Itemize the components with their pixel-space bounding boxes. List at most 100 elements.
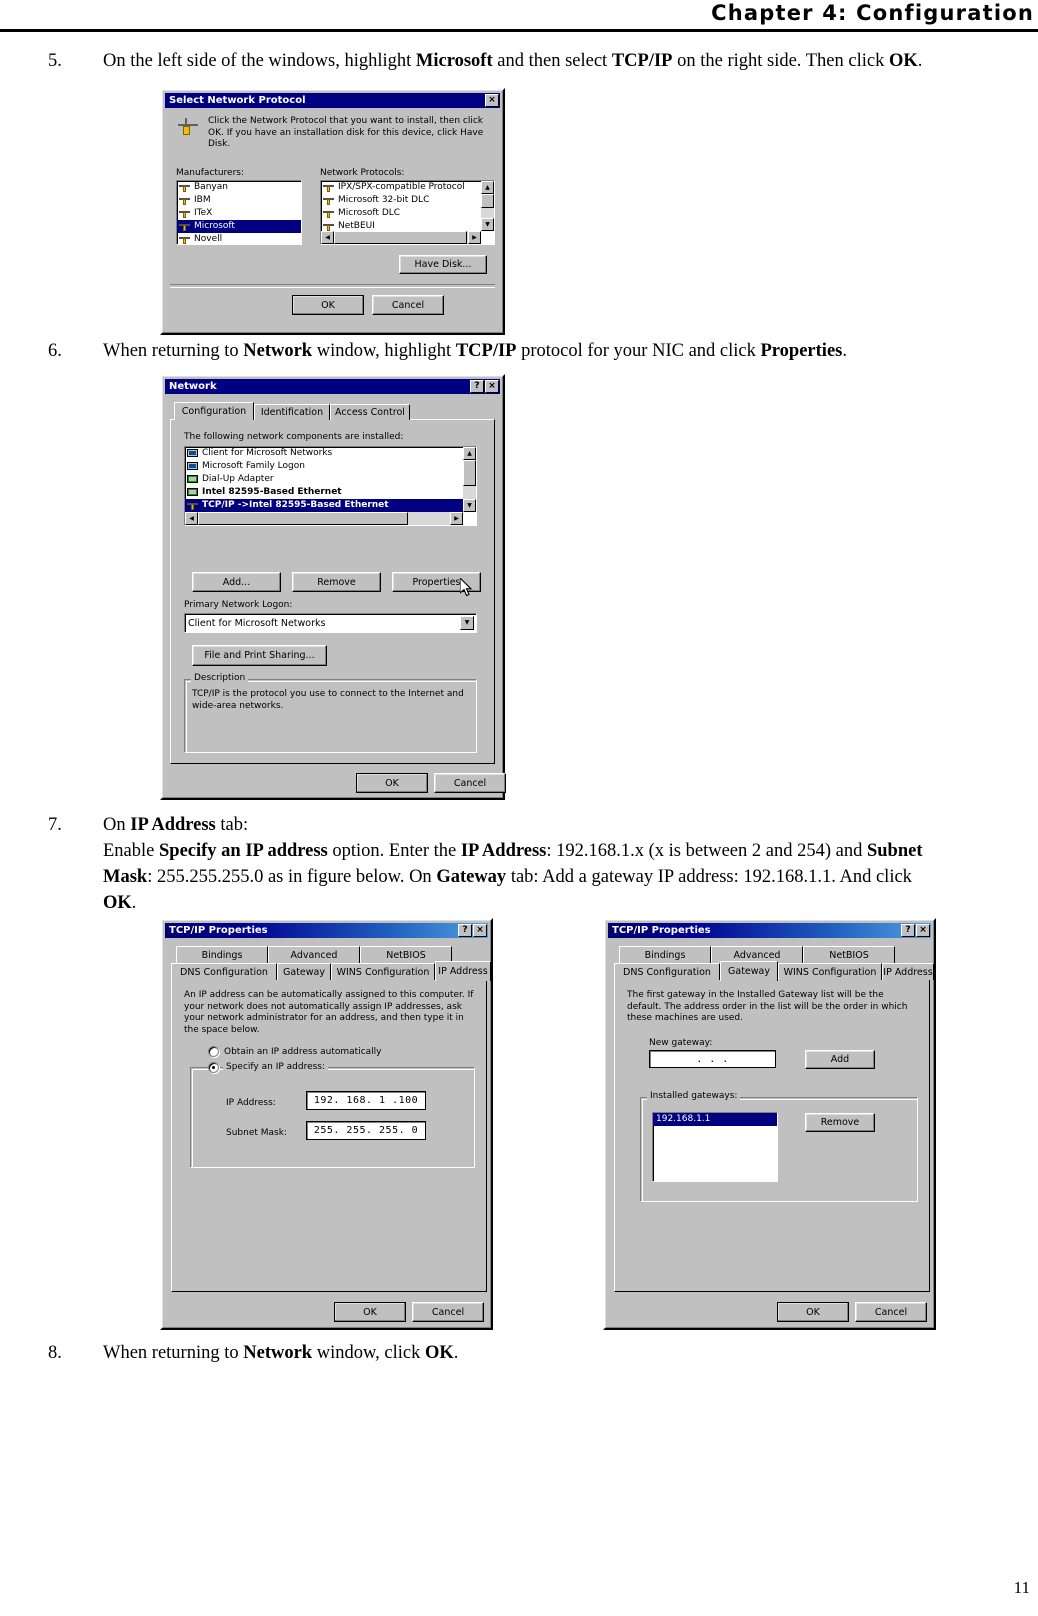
components-vertical-scrollbar[interactable]: ▲ ▼ bbox=[463, 447, 476, 512]
scroll-up-icon[interactable]: ▲ bbox=[463, 447, 476, 460]
step-5-t1: Microsoft bbox=[415, 51, 493, 71]
tcpip-gw-ok-button[interactable]: OK bbox=[777, 1302, 849, 1322]
tab-dns-configuration[interactable]: DNS Configuration bbox=[614, 963, 720, 980]
scroll-thumb[interactable] bbox=[481, 194, 494, 208]
tab-advanced-label: Advanced bbox=[290, 949, 338, 961]
tcpip-ip-ok-button[interactable]: OK bbox=[334, 1302, 406, 1322]
tab-identification[interactable]: Identification bbox=[254, 404, 330, 420]
scroll-left-icon[interactable]: ◀ bbox=[185, 512, 198, 525]
network-cancel-button[interactable]: Cancel bbox=[434, 773, 506, 793]
scroll-down-icon[interactable]: ▼ bbox=[463, 499, 476, 512]
list-item[interactable]: Microsoft 32-bit DLC bbox=[321, 194, 481, 207]
network-protocols-label: Network Protocols: bbox=[320, 168, 405, 178]
scroll-thumb-h[interactable] bbox=[334, 231, 467, 244]
protocols-horizontal-scrollbar[interactable]: ◀ ▶ bbox=[321, 231, 481, 244]
tab-access-control[interactable]: Access Control bbox=[330, 404, 410, 420]
tab-advanced[interactable]: Advanced bbox=[268, 946, 360, 963]
adapter-icon bbox=[187, 487, 199, 498]
specify-ip-radio[interactable] bbox=[208, 1062, 219, 1073]
tab-dns-configuration[interactable]: DNS Configuration bbox=[171, 963, 277, 980]
list-item-label: Microsoft 32-bit DLC bbox=[338, 195, 430, 205]
scroll-up-icon[interactable]: ▲ bbox=[481, 181, 494, 194]
scroll-down-icon[interactable]: ▼ bbox=[481, 218, 494, 231]
protocol-icon bbox=[179, 182, 191, 193]
help-icon[interactable]: ? bbox=[458, 924, 472, 937]
network-components-list[interactable]: Client for Microsoft Networks Microsoft … bbox=[184, 446, 477, 526]
tab-gateway[interactable]: Gateway bbox=[277, 963, 331, 980]
select-protocol-ok-button[interactable]: OK bbox=[292, 295, 364, 315]
step-7-l2d: IP Address bbox=[460, 841, 547, 861]
step-5-t4: on the right side. Then click bbox=[672, 51, 889, 71]
list-item[interactable]: IPX/SPX-compatible Protocol bbox=[321, 181, 481, 194]
components-label: The following network components are ins… bbox=[184, 432, 404, 442]
tab-ip-address[interactable]: IP Address bbox=[882, 963, 934, 980]
have-disk-button[interactable]: Have Disk... bbox=[399, 255, 487, 274]
manufacturers-list[interactable]: Banyan IBM ITeX Microsoft Novell bbox=[176, 180, 302, 245]
tcpip-properties-ip-address-dialog: TCP/IP Properties ? × Bindings Advanced … bbox=[160, 918, 493, 1330]
step-6: 6. When returning to Network window, hig… bbox=[48, 338, 998, 364]
list-item[interactable]: Intel 82595-Based Ethernet bbox=[185, 486, 463, 499]
tab-bindings[interactable]: Bindings bbox=[176, 946, 268, 963]
step-7-l1b: IP Address bbox=[130, 815, 216, 835]
scroll-thumb[interactable] bbox=[463, 460, 476, 486]
protocol-icon bbox=[179, 195, 191, 206]
network-protocols-list[interactable]: IPX/SPX-compatible Protocol Microsoft 32… bbox=[320, 180, 495, 245]
step-7-l3c: Gateway bbox=[436, 867, 507, 887]
primary-logon-combobox[interactable]: Client for Microsoft Networks ▼ bbox=[184, 613, 477, 633]
help-icon[interactable]: ? bbox=[901, 924, 915, 937]
tab-wins-configuration[interactable]: WINS Configuration bbox=[778, 963, 882, 980]
protocols-vertical-scrollbar[interactable]: ▲ ▼ bbox=[481, 181, 494, 231]
list-item-selected[interactable]: 192.168.1.1 bbox=[653, 1113, 777, 1126]
list-item[interactable]: ITeX bbox=[177, 207, 301, 220]
add-gateway-button[interactable]: Add bbox=[805, 1050, 875, 1069]
chevron-down-icon[interactable]: ▼ bbox=[460, 616, 474, 630]
subnet-mask-input[interactable]: 255. 255. 255. 0 bbox=[306, 1121, 426, 1140]
obtain-ip-radio[interactable] bbox=[208, 1046, 219, 1057]
network-ok-button[interactable]: OK bbox=[356, 773, 428, 793]
add-button[interactable]: Add... bbox=[192, 572, 281, 592]
tab-ip-address[interactable]: IP Address bbox=[435, 961, 491, 981]
list-item[interactable]: Client for Microsoft Networks bbox=[185, 447, 463, 460]
select-protocol-cancel-button[interactable]: Cancel bbox=[372, 295, 444, 315]
scroll-right-icon[interactable]: ▶ bbox=[450, 512, 463, 525]
step-6-t3: TCP/IP bbox=[455, 341, 517, 361]
ip-address-input[interactable]: 192. 168. 1 .100 bbox=[306, 1091, 426, 1110]
close-icon[interactable]: × bbox=[473, 924, 487, 937]
help-icon[interactable]: ? bbox=[470, 380, 484, 393]
close-icon[interactable]: × bbox=[916, 924, 930, 937]
adapter-icon bbox=[187, 474, 199, 485]
file-print-sharing-button[interactable]: File and Print Sharing... bbox=[192, 645, 327, 666]
list-item[interactable]: Banyan bbox=[177, 181, 301, 194]
list-item[interactable]: Microsoft Family Logon bbox=[185, 460, 463, 473]
list-item[interactable]: Microsoft DLC bbox=[321, 207, 481, 220]
components-horizontal-scrollbar[interactable]: ◀ ▶ bbox=[185, 512, 463, 525]
remove-button[interactable]: Remove bbox=[292, 572, 381, 592]
remove-gateway-button[interactable]: Remove bbox=[805, 1113, 875, 1132]
close-icon[interactable]: × bbox=[485, 380, 499, 393]
list-item[interactable]: Dial-Up Adapter bbox=[185, 473, 463, 486]
tab-bindings[interactable]: Bindings bbox=[619, 946, 711, 963]
list-item[interactable]: IBM bbox=[177, 194, 301, 207]
tab-wins-configuration[interactable]: WINS Configuration bbox=[331, 963, 435, 980]
list-item-selected[interactable]: Microsoft bbox=[177, 220, 301, 233]
installed-gateways-list[interactable]: 192.168.1.1 bbox=[652, 1112, 778, 1182]
select-protocol-titlebar: Select Network Protocol × bbox=[165, 93, 500, 108]
step-8: 8. When returning to Network window, cli… bbox=[48, 1340, 998, 1366]
scroll-right-icon[interactable]: ▶ bbox=[468, 231, 481, 244]
tab-netbios[interactable]: NetBIOS bbox=[803, 946, 895, 963]
step-7-l2f: Subnet bbox=[866, 841, 923, 861]
list-item[interactable]: Novell bbox=[177, 233, 301, 244]
cancel-label: Cancel bbox=[453, 777, 487, 789]
protocol-icon bbox=[323, 195, 335, 206]
tab-configuration[interactable]: Configuration bbox=[174, 402, 254, 420]
scroll-left-icon[interactable]: ◀ bbox=[321, 231, 334, 244]
list-item-selected[interactable]: TCP/IP ->Intel 82595-Based Ethernet bbox=[185, 499, 463, 512]
tcpip-ip-cancel-button[interactable]: Cancel bbox=[412, 1302, 484, 1322]
tcpip-gw-cancel-button[interactable]: Cancel bbox=[855, 1302, 927, 1322]
step-7-l3d: tab: Add a gateway IP address: 192.168.1… bbox=[506, 867, 912, 887]
scroll-thumb-h[interactable] bbox=[198, 512, 408, 525]
tcpip-properties-gateway-dialog: TCP/IP Properties ? × Bindings Advanced … bbox=[603, 918, 936, 1330]
tab-gateway[interactable]: Gateway bbox=[720, 961, 778, 981]
new-gateway-input[interactable]: . . . bbox=[649, 1050, 776, 1068]
close-icon[interactable]: × bbox=[485, 94, 499, 107]
